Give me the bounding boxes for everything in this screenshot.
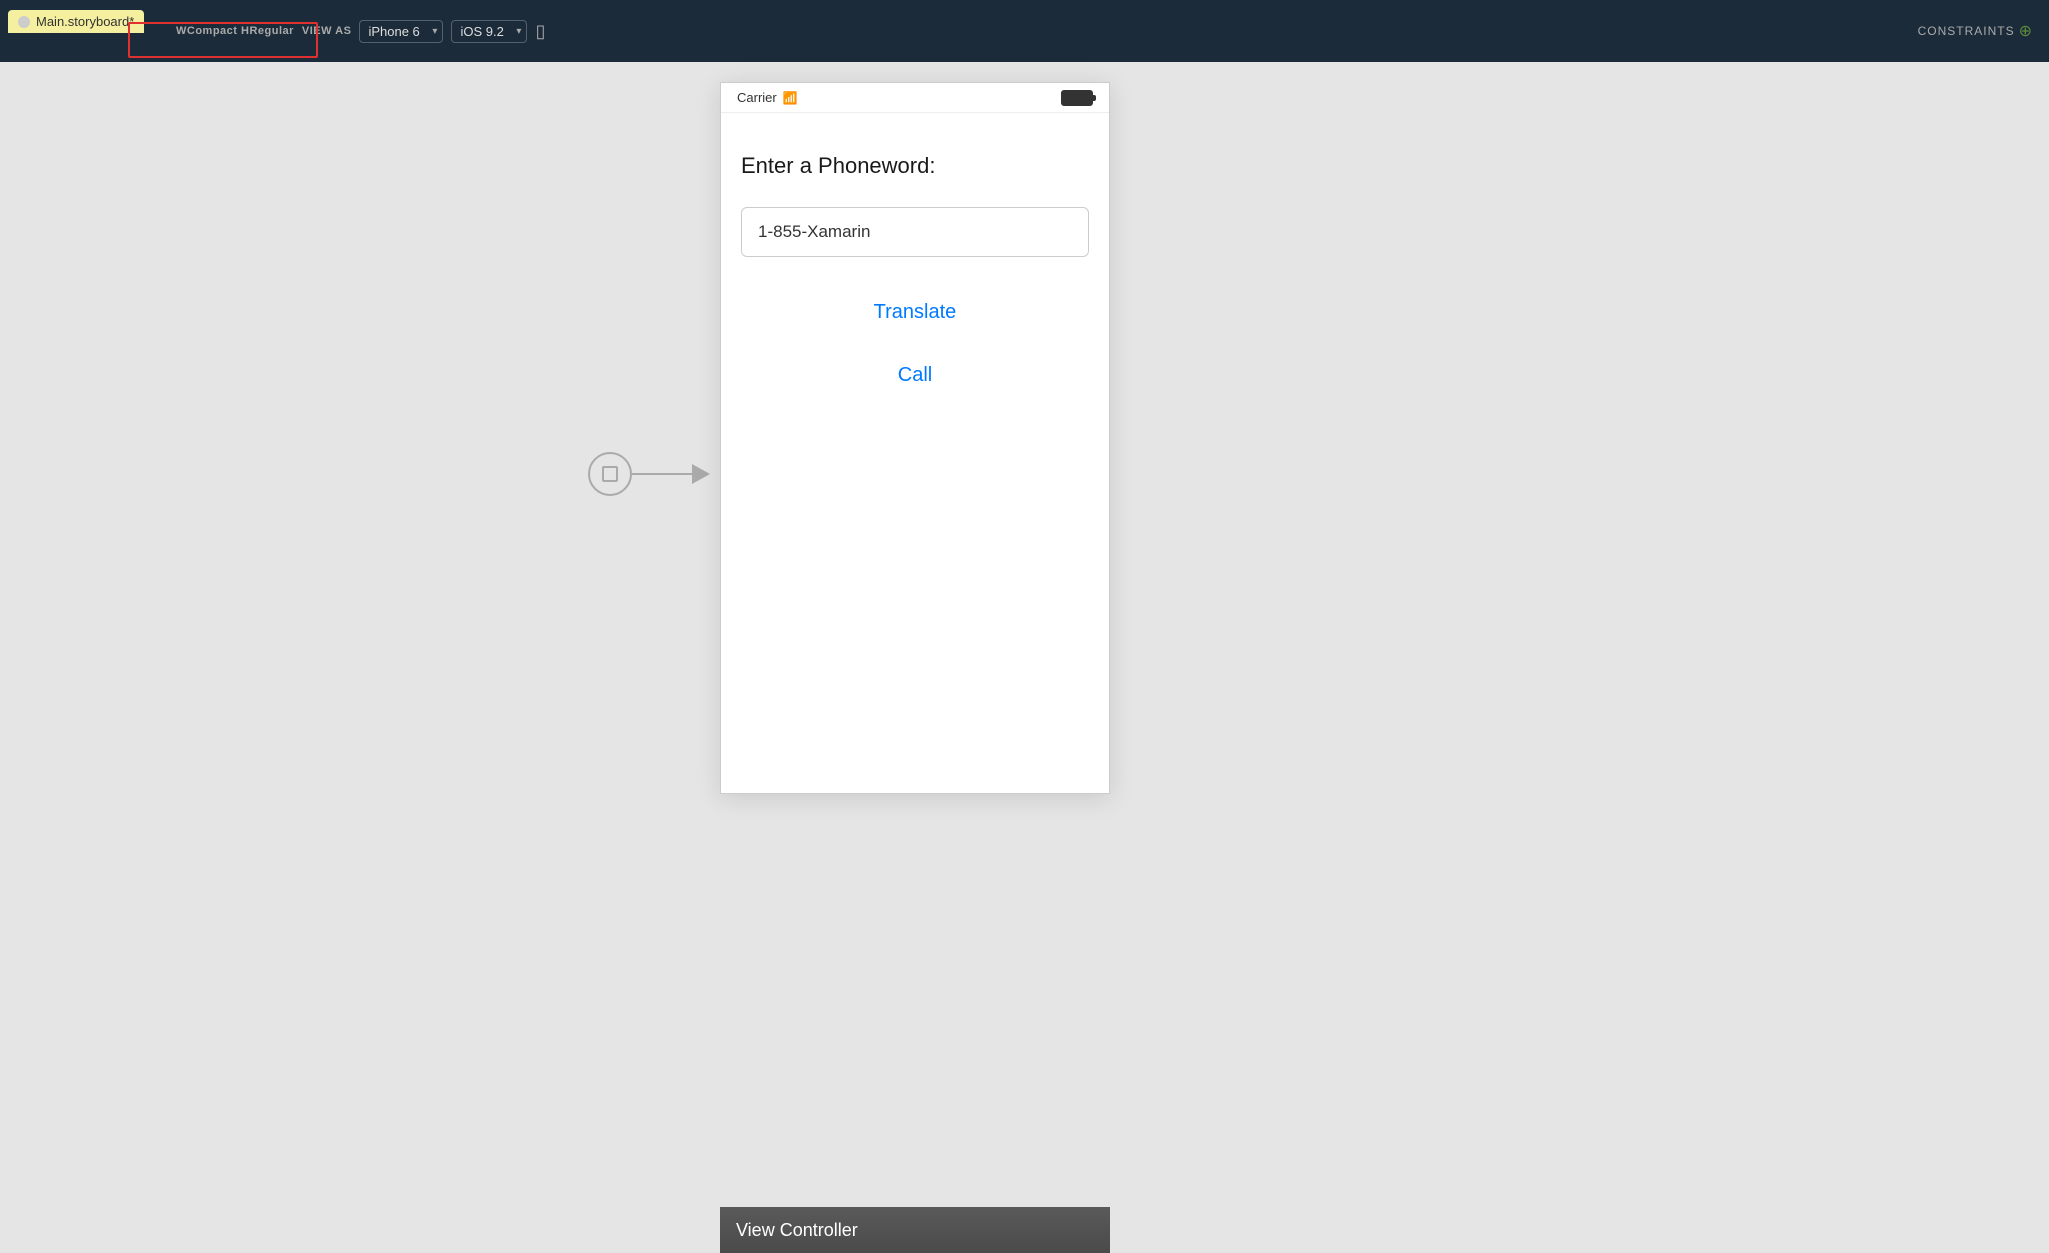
- view-as-label: VIEW AS: [302, 25, 352, 37]
- battery-icon: [1061, 90, 1093, 106]
- file-tab[interactable]: Main.storyboard*: [8, 10, 144, 33]
- segue-arrowhead: [692, 464, 710, 484]
- ios-select[interactable]: iOS 9.2: [451, 20, 527, 43]
- constraints-label: CONSTRAINTS: [1918, 24, 2015, 38]
- device-select[interactable]: iPhone 6: [359, 20, 443, 43]
- top-bar: Main.storyboard* WCompact HRegular VIEW …: [0, 0, 2049, 62]
- view-controller-label: View Controller: [736, 1220, 858, 1241]
- carrier-text: Carrier: [737, 90, 777, 105]
- constraints-button[interactable]: CONSTRAINTS ⊕: [1918, 21, 2033, 41]
- constraints-icon: ⊕: [2019, 21, 2033, 41]
- view-controller-bar: View Controller: [720, 1207, 1110, 1253]
- translate-button[interactable]: Translate: [741, 289, 1089, 336]
- status-bar: Carrier 📶: [721, 83, 1109, 113]
- call-button[interactable]: Call: [741, 352, 1089, 399]
- size-class-label: WCompact HRegular: [176, 25, 294, 37]
- wifi-icon: 📶: [783, 91, 798, 105]
- file-tab-label: Main.storyboard*: [36, 14, 134, 29]
- device-icon: ▯: [535, 21, 545, 42]
- segue-square-icon: [602, 466, 618, 482]
- carrier-label: Carrier 📶: [737, 90, 798, 105]
- file-tab-close-icon[interactable]: [18, 16, 30, 28]
- phoneword-input[interactable]: [741, 207, 1089, 257]
- enter-phoneword-label: Enter a Phoneword:: [741, 153, 1089, 179]
- iphone-frame: Carrier 📶 Enter a Phoneword: Translate C…: [720, 82, 1110, 794]
- canvas: Carrier 📶 Enter a Phoneword: Translate C…: [0, 62, 2049, 1253]
- segue-arrow: [588, 452, 710, 496]
- segue-circle: [588, 452, 632, 496]
- toolbar-left: WCompact HRegular VIEW AS iPhone 6 iOS 9…: [176, 20, 545, 43]
- iphone-content: Enter a Phoneword: Translate Call: [721, 113, 1109, 793]
- segue-line: [632, 473, 692, 475]
- device-dropdown-wrap[interactable]: iPhone 6: [359, 20, 443, 43]
- ios-dropdown-wrap[interactable]: iOS 9.2: [451, 20, 527, 43]
